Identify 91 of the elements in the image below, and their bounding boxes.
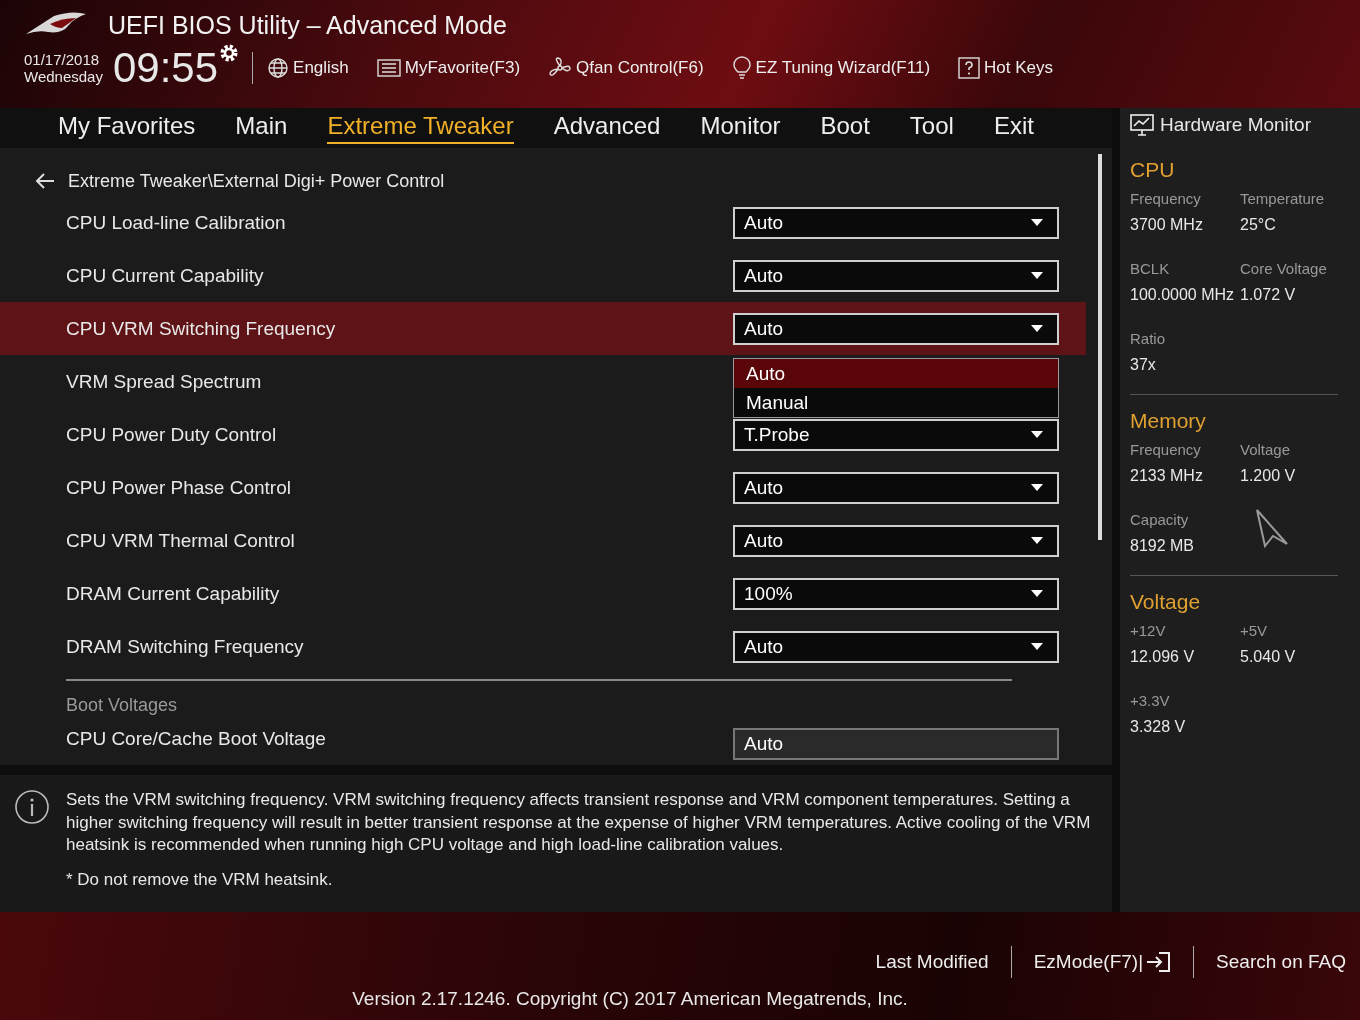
caret-icon (1031, 484, 1043, 491)
monitor-section-title: Memory (1130, 409, 1207, 433)
back-arrow-icon[interactable] (34, 172, 56, 190)
dropdown-select[interactable]: T.Probe (733, 418, 1059, 451)
toolbar-button[interactable]: Hot Keys (958, 57, 1054, 79)
footer-link[interactable]: EzMode(F7)| (1033, 951, 1172, 973)
reading-value: 1.200 V (1240, 467, 1297, 485)
reading-label: +5V (1240, 622, 1269, 639)
reading-label: Frequency (1130, 190, 1202, 207)
reading-label: Capacity (1130, 511, 1190, 528)
reading-label: Voltage (1240, 441, 1292, 458)
footer-link[interactable]: Search on FAQ (1216, 951, 1346, 973)
setting-label: CPU Power Phase Control (66, 476, 291, 499)
reading-label: +12V (1130, 622, 1167, 639)
menu-tab[interactable]: Boot (820, 112, 870, 144)
reading-value: 8192 MB (1130, 537, 1196, 555)
reading-label: Frequency (1130, 441, 1202, 458)
weekday-text: Wednesday (24, 68, 103, 85)
menu-tab[interactable]: Exit (993, 112, 1034, 144)
dropdown-select[interactable]: Auto (733, 206, 1059, 239)
setting-label: DRAM Current Capability (66, 582, 280, 605)
toolbar-button[interactable]: EZ Tuning Wizard(F11) (731, 56, 931, 80)
clock-time: 09:55 (112, 46, 219, 90)
reading-value: 12.096 V (1130, 648, 1196, 666)
setting-label: CPU Power Duty Control (66, 423, 277, 446)
menu-tab[interactable]: Advanced (553, 112, 661, 144)
window-title: UEFI BIOS Utility – Advanced Mode (108, 10, 507, 40)
reading-value: 5.040 V (1240, 648, 1297, 666)
dropdown-select[interactable]: Auto (733, 630, 1059, 663)
reading-label: Core Voltage (1240, 260, 1328, 277)
caret-icon (1031, 219, 1043, 226)
setting-label: CPU Core/Cache Boot Voltage (66, 728, 326, 750)
setting-label: CPU Load-line Calibration (66, 211, 286, 234)
caret-icon (1031, 431, 1043, 438)
help-note: * Do not remove the VRM heatsink. (66, 868, 334, 891)
dropdown-option[interactable]: Auto (734, 359, 1058, 388)
list-icon (376, 58, 401, 78)
monitor-section-title: CPU (1130, 158, 1176, 182)
toolbar-button[interactable]: MyFavorite(F3) (376, 58, 521, 78)
reading-value: 100.0000 MHz (1130, 286, 1236, 304)
reading-label: Temperature (1240, 190, 1326, 207)
section-heading: Boot Voltages (65, 694, 179, 716)
toolbar-button[interactable]: Qfan Control(F6) (548, 56, 704, 80)
version-text: Version 2.17.1246. Copyright (C) 2017 American Megatrends, Inc. (352, 988, 908, 1010)
reading-value: 37x (1130, 356, 1157, 374)
reading-value: 2133 MHz (1130, 467, 1204, 485)
breadcrumb-path: Extreme Tweaker\External Digi+ Power Control (68, 170, 445, 192)
dropdown-select[interactable]: Auto (733, 259, 1059, 292)
dropdown-select[interactable]: 100% (733, 577, 1059, 610)
toolbar-button[interactable]: English (267, 57, 349, 79)
reading-value: 3700 MHz (1130, 216, 1204, 234)
dropdown-select[interactable]: Auto (733, 312, 1059, 345)
globe-icon (267, 57, 290, 79)
reading-label: Ratio (1130, 330, 1167, 347)
caret-icon (1031, 325, 1043, 332)
setting-label: VRM Spread Spectrum (66, 370, 262, 393)
dropdown-select[interactable]: Auto (733, 524, 1059, 557)
dropdown-select[interactable]: Auto (733, 728, 1059, 760)
panel-title: Hardware Monitor (1160, 114, 1311, 136)
caret-icon (1031, 272, 1043, 279)
menu-tab[interactable]: Extreme Tweaker (327, 112, 514, 144)
setting-label: CPU VRM Thermal Control (66, 529, 295, 552)
setting-label: DRAM Switching Frequency (66, 635, 304, 658)
help-description: Sets the VRM switching frequency. VRM switching frequency affects transient response and VRM component temperatures. Setting a higher switching frequency will result in better transient response at the expense of higher VRM temperatures. Active cooling of the VRM heatsink is recommended when running high CPU voltage and high load-line calibration values. (66, 789, 1092, 856)
help-icon (958, 57, 981, 79)
dropdown-option[interactable]: Manual (734, 388, 1058, 417)
setting-label: CPU VRM Switching Frequency (66, 317, 336, 340)
menu-tab[interactable]: My Favorites (58, 112, 196, 144)
setting-label: CPU Current Capability (66, 264, 264, 287)
scrollbar-thumb[interactable] (1098, 154, 1102, 540)
monitor-section-title: Voltage (1130, 590, 1202, 614)
caret-icon (1031, 643, 1043, 650)
menu-tab[interactable]: Monitor (700, 112, 781, 144)
mouse-pointer-icon (1255, 508, 1289, 548)
reading-value: 25°C (1240, 216, 1277, 234)
caret-icon (1031, 537, 1043, 544)
menu-tab[interactable]: Tool (909, 112, 954, 144)
reading-value: 3.328 V (1130, 718, 1187, 736)
caret-icon (1031, 590, 1043, 597)
exit-icon (1145, 951, 1172, 973)
info-icon (14, 789, 50, 825)
menu-tab[interactable]: Main (235, 112, 288, 144)
monitor-icon (1130, 114, 1154, 136)
highlighted-setting-row[interactable]: CPU VRM Switching Frequency Auto (0, 302, 1086, 355)
reading-label: BCLK (1130, 260, 1171, 277)
date-text: 01/17/2018 (24, 51, 101, 68)
footer-link[interactable]: Last Modified (875, 951, 989, 973)
reading-label: +3.3V (1130, 692, 1171, 709)
reading-value: 1.072 V (1240, 286, 1297, 304)
dropdown-select[interactable]: Auto (733, 471, 1059, 504)
lightbulb-icon (731, 56, 752, 80)
